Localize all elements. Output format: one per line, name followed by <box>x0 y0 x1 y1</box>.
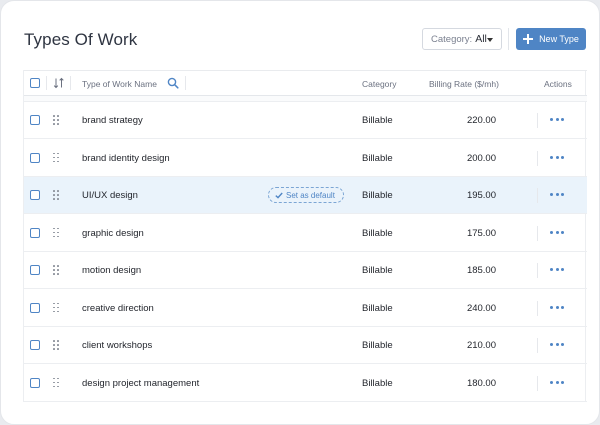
drag-handle-icon[interactable] <box>53 377 61 388</box>
work-type-billing-rate: 200.00 <box>466 152 496 164</box>
actions-divider <box>537 375 538 391</box>
table-header: Type of Work Name Category Billing Rate … <box>24 70 587 96</box>
category-filter-label: Category: <box>431 33 473 45</box>
sort-icon[interactable] <box>53 77 65 89</box>
actions-divider <box>537 150 538 166</box>
work-type-name: brand identity design <box>82 152 170 164</box>
work-type-category: Billable <box>362 265 393 276</box>
plus-icon <box>523 34 534 44</box>
row-checkbox[interactable] <box>30 340 40 350</box>
drag-handle-icon[interactable] <box>53 115 61 125</box>
more-dots-icon[interactable] <box>549 267 565 273</box>
work-type-name: brand strategy <box>82 115 143 126</box>
set-as-default-button[interactable]: Set as default <box>268 187 344 203</box>
work-type-category: Billable <box>362 190 393 201</box>
work-type-category: Billable <box>362 377 393 389</box>
header-divider <box>70 76 71 90</box>
row-checkbox[interactable] <box>30 265 40 275</box>
work-type-name: design project management <box>82 377 200 389</box>
drag-handle-icon[interactable] <box>53 340 61 350</box>
work-type-name: client workshops <box>82 340 153 351</box>
work-type-billing-rate: 180.00 <box>466 377 496 389</box>
work-type-name: UI/UX design <box>82 190 138 201</box>
actions-divider <box>537 338 538 353</box>
more-dots-icon[interactable] <box>549 192 565 198</box>
table-row[interactable]: creative direction Billable 240.00 <box>24 290 587 327</box>
set-as-default-label: Set as default <box>286 190 335 200</box>
work-type-billing-rate: 185.00 <box>466 265 496 276</box>
check-icon <box>275 192 283 199</box>
drag-handle-icon[interactable] <box>53 152 61 163</box>
table-row[interactable]: UI/UX design Set as default Billable 195.00 <box>24 177 587 214</box>
row-checkbox[interactable] <box>30 115 40 125</box>
row-checkbox[interactable] <box>30 227 40 238</box>
table-row[interactable]: brand strategy Billable 220.00 <box>24 102 587 139</box>
category-filter-select[interactable]: Category: All <box>422 28 502 50</box>
more-dots-icon[interactable] <box>549 305 565 311</box>
row-checkbox[interactable] <box>30 302 40 313</box>
column-header-category[interactable]: Category <box>362 79 397 89</box>
table-row[interactable]: brand identity design Billable 200.00 <box>24 140 587 177</box>
select-all-checkbox[interactable] <box>30 78 40 88</box>
work-type-billing-rate: 240.00 <box>466 302 496 314</box>
types-of-work-panel: Types Of Work Category: All New Type Typ… <box>0 0 600 425</box>
column-header-billing-rate[interactable]: Billing Rate ($/mh) <box>429 79 499 89</box>
work-type-name: creative direction <box>82 302 154 314</box>
drag-handle-icon[interactable] <box>53 265 61 275</box>
actions-divider <box>537 225 538 241</box>
search-icon[interactable] <box>167 77 179 89</box>
page-title: Types Of Work <box>24 30 138 49</box>
work-type-category: Billable <box>362 340 393 351</box>
more-dots-icon[interactable] <box>549 230 565 236</box>
category-filter-value: All <box>475 33 487 45</box>
column-header-actions: Actions <box>544 79 572 89</box>
work-type-billing-rate: 175.00 <box>466 227 496 239</box>
work-type-category: Billable <box>362 302 393 314</box>
drag-handle-icon[interactable] <box>53 227 61 238</box>
types-of-work-table: Type of Work Name Category Billing Rate … <box>23 70 587 402</box>
drag-handle-icon[interactable] <box>53 190 61 200</box>
work-type-name: graphic design <box>82 227 144 239</box>
work-type-name: motion design <box>82 265 142 276</box>
header-divider <box>508 28 509 50</box>
drag-handle-icon[interactable] <box>53 302 61 313</box>
table-row[interactable]: graphic design Billable 175.00 <box>24 215 587 252</box>
row-checkbox[interactable] <box>30 152 40 163</box>
new-type-button[interactable]: New Type <box>516 28 586 50</box>
table-row[interactable]: motion design Billable 185.00 <box>24 252 587 289</box>
table-row[interactable]: client workshops Billable 210.00 <box>24 327 587 364</box>
row-checkbox[interactable] <box>30 190 40 200</box>
new-type-label: New Type <box>539 34 579 44</box>
work-type-category: Billable <box>362 227 393 239</box>
header-divider <box>185 76 186 90</box>
work-type-category: Billable <box>362 152 393 164</box>
more-dots-icon[interactable] <box>549 117 565 123</box>
actions-divider <box>537 188 538 203</box>
work-type-billing-rate: 210.00 <box>466 340 496 351</box>
more-dots-icon[interactable] <box>549 342 565 348</box>
work-type-billing-rate: 220.00 <box>466 115 496 126</box>
more-dots-icon[interactable] <box>549 380 565 386</box>
work-type-category: Billable <box>362 115 393 126</box>
table-row[interactable]: design project management Billable 180.00 <box>24 365 587 402</box>
chevron-down-icon <box>487 38 493 42</box>
work-type-billing-rate: 195.00 <box>466 190 496 201</box>
row-checkbox[interactable] <box>30 377 40 388</box>
header-divider <box>46 76 47 90</box>
actions-divider <box>537 113 538 128</box>
column-header-name[interactable]: Type of Work Name <box>82 79 157 89</box>
actions-divider <box>537 300 538 316</box>
more-dots-icon[interactable] <box>549 155 565 161</box>
actions-divider <box>537 263 538 278</box>
